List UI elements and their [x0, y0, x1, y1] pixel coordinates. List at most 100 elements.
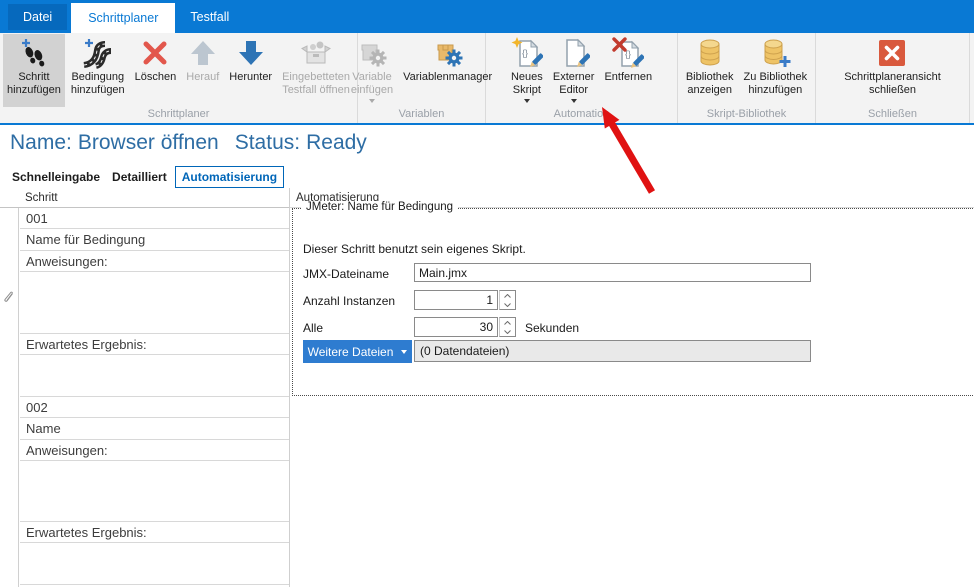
- svg-text:{}: {}: [522, 48, 528, 58]
- ribbon-group-schliessen: Schrittplaneransicht schließen Schließen: [816, 33, 970, 123]
- script-new-icon: {}: [511, 37, 543, 69]
- package-gear-icon: [432, 37, 464, 69]
- step-gutter: [0, 208, 19, 587]
- move-down-button[interactable]: Herunter: [225, 34, 276, 107]
- button-label: Schritt hinzufügen: [7, 71, 61, 97]
- more-files-button-label: Weitere Dateien: [308, 345, 394, 359]
- dropdown-caret-icon: [401, 350, 407, 354]
- expected-result-content-cell[interactable]: [20, 543, 289, 585]
- step-number-cell[interactable]: 002: [20, 397, 289, 418]
- interval-input[interactable]: [414, 317, 498, 337]
- data-files-field: (0 Datendateien): [414, 340, 811, 362]
- instructions-content-cell[interactable]: [20, 461, 289, 522]
- expected-result-label-cell[interactable]: Erwartetes Ergebnis:: [20, 522, 289, 543]
- tab-automatisierung[interactable]: Automatisierung: [175, 166, 284, 188]
- ribbon-group-schrittplaner: Schritt hinzufügen Bedingung hinzufügen: [0, 33, 358, 123]
- tab-datei[interactable]: Datei: [8, 4, 67, 30]
- add-to-library-button[interactable]: Zu Bibliothek hinzufügen: [740, 34, 812, 107]
- tab-testfall[interactable]: Testfall: [175, 0, 244, 33]
- add-condition-button[interactable]: Bedingung hinzufügen: [67, 34, 129, 107]
- instance-count-stepper[interactable]: [499, 290, 516, 310]
- jmeter-groupbox: JMeter: Name für Bedingung Dieser Schrit…: [292, 208, 974, 396]
- ribbon-group-label: Skript-Bibliothek: [678, 107, 815, 123]
- step-number-cell[interactable]: 001: [20, 208, 289, 229]
- show-library-button[interactable]: Bibliothek anzeigen: [682, 34, 738, 107]
- button-label: Neues Skript: [511, 71, 543, 97]
- step-column-header: Schritt: [0, 188, 289, 208]
- delete-x-icon: [139, 37, 171, 69]
- ribbon-group-label: Automation: [486, 107, 677, 123]
- interval-stepper[interactable]: [499, 317, 516, 337]
- status-value: Ready: [306, 131, 367, 154]
- open-embedded-testcase-button[interactable]: Eingebetteten Testfall öffnen: [278, 34, 354, 107]
- stepper-down-button[interactable]: [500, 300, 515, 309]
- database-icon: [694, 37, 726, 69]
- instance-count-label: Anzahl Instanzen: [303, 294, 395, 308]
- more-files-button[interactable]: Weitere Dateien: [303, 340, 412, 363]
- delete-button[interactable]: Löschen: [131, 34, 181, 107]
- status-label: Status:: [235, 131, 300, 154]
- package-gear-icon: [356, 37, 388, 69]
- arrow-down-icon: [235, 37, 267, 69]
- open-box-icon: [300, 37, 332, 69]
- expected-result-content-cell[interactable]: [20, 355, 289, 397]
- add-step-button[interactable]: Schritt hinzufügen: [3, 34, 65, 107]
- button-label: Schrittplaneransicht schließen: [844, 71, 941, 97]
- insert-variable-button[interactable]: Variable einfügen: [347, 34, 397, 107]
- interval-label: Alle: [303, 321, 323, 335]
- dropdown-caret-icon: [369, 99, 375, 103]
- menubar: Datei Schrittplaner Testfall: [0, 0, 974, 33]
- groupbox-title: JMeter: Name für Bedingung: [301, 201, 458, 213]
- close-view-icon: [876, 37, 908, 69]
- button-label: Entfernen: [604, 71, 652, 84]
- dropdown-caret-icon: [524, 99, 530, 103]
- script-remove-icon: {}: [612, 37, 644, 69]
- automation-panel: Automatisierung JMeter: Name für Bedingu…: [290, 188, 974, 587]
- instructions-content-cell[interactable]: [20, 272, 289, 334]
- button-label: Zu Bibliothek hinzufügen: [744, 71, 808, 97]
- jmx-filename-input[interactable]: [414, 263, 811, 282]
- button-label: Eingebetteten Testfall öffnen: [282, 71, 350, 97]
- dropdown-caret-icon: [571, 99, 577, 103]
- button-label: Externer Editor: [553, 71, 595, 97]
- ribbon-group-label: Schließen: [816, 107, 969, 123]
- button-label: Variable einfügen: [351, 71, 393, 97]
- stepper-up-button[interactable]: [500, 291, 515, 300]
- move-up-button[interactable]: Herauf: [182, 34, 223, 107]
- button-label: Variablenmanager: [403, 71, 492, 84]
- tab-schrittplaner[interactable]: Schrittplaner: [71, 3, 175, 33]
- footprints-add-icon: [18, 37, 50, 69]
- road-merge-add-icon: [82, 37, 114, 69]
- tab-schnelleingabe[interactable]: Schnelleingabe: [8, 167, 104, 187]
- attachment-icon: [3, 290, 15, 305]
- new-script-button[interactable]: {} Neues Skript: [507, 34, 547, 107]
- step-name-cell[interactable]: Name: [20, 418, 289, 440]
- instructions-label-cell[interactable]: Anweisungen:: [20, 440, 289, 461]
- variable-manager-button[interactable]: Variablenmanager: [399, 34, 496, 107]
- ribbon-group-skript-bibliothek: Bibliothek anzeigen Zu Bibliothek hinzuf…: [678, 33, 816, 123]
- close-stepplanner-view-button[interactable]: Schrittplaneransicht schließen: [840, 34, 945, 107]
- stepper-down-button[interactable]: [500, 327, 515, 336]
- instructions-label-cell[interactable]: Anweisungen:: [20, 251, 289, 272]
- remove-script-button[interactable]: {} Entfernen: [600, 34, 656, 107]
- instance-count-input[interactable]: [414, 290, 498, 310]
- button-label: Bedingung hinzufügen: [71, 71, 125, 97]
- app-window: Datei Schrittplaner Testfall Schritt hin…: [0, 0, 974, 587]
- name-value: Browser öffnen: [78, 131, 219, 154]
- view-tabs: Schnelleingabe Detailliert Automatisieru…: [8, 166, 288, 188]
- step-title: Name:Browser öffnenStatus:Ready: [10, 131, 367, 155]
- jmx-filename-label: JMX-Dateiname: [303, 267, 389, 281]
- button-label: Herunter: [229, 71, 272, 84]
- expected-result-label-cell[interactable]: Erwartetes Ergebnis:: [20, 334, 289, 355]
- step-table: Schritt 001 Name für Bedingung Anweisung…: [0, 188, 290, 587]
- stepper-up-button[interactable]: [500, 318, 515, 327]
- ribbon-group-label: Schrittplaner: [0, 107, 357, 123]
- ribbon: Schritt hinzufügen Bedingung hinzufügen: [0, 33, 974, 125]
- tab-detailliert[interactable]: Detailliert: [108, 167, 171, 187]
- arrow-up-icon: [187, 37, 219, 69]
- button-label: Bibliothek anzeigen: [686, 71, 734, 97]
- external-editor-button[interactable]: Externer Editor: [549, 34, 599, 107]
- script-description: Dieser Schritt benutzt sein eigenes Skri…: [303, 242, 526, 256]
- step-name-cell[interactable]: Name für Bedingung: [20, 229, 289, 251]
- ribbon-group-automation: {} Neues Skript Externer Editor: [486, 33, 678, 123]
